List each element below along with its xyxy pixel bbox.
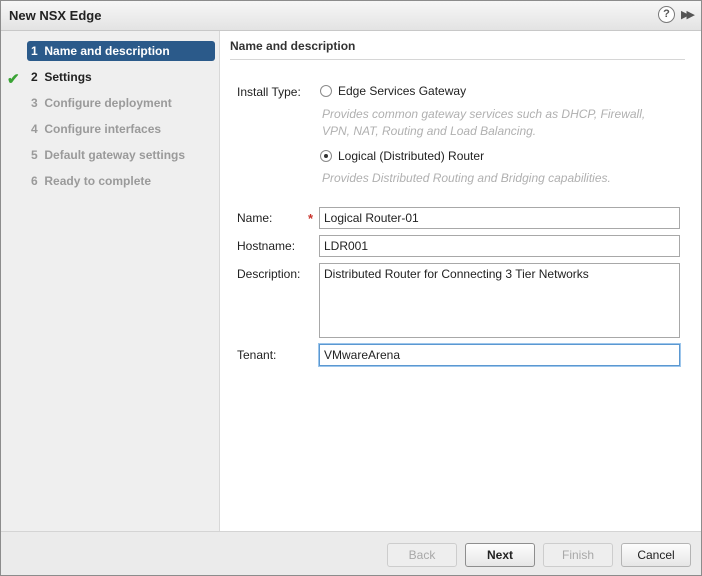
name-input[interactable] [319,207,680,229]
hint-edge-services-gateway-line1: Provides common gateway services such as… [322,107,646,121]
step-number: 4 [31,122,38,136]
wizard-footer: Back Next Finish Cancel [1,531,701,575]
cancel-button[interactable]: Cancel [621,543,691,567]
install-type-label: Install Type: [237,85,301,99]
step-number: 6 [31,174,38,188]
back-button[interactable]: Back [387,543,457,567]
dialog-title: New NSX Edge [9,8,102,23]
step-configure-interfaces: 4 Configure interfaces [27,119,215,139]
new-nsx-edge-dialog: New NSX Edge ? ▶▶ ✔ 1 Name and descripti… [0,0,702,576]
step-settings[interactable]: 2 Settings [27,67,215,87]
radio-logical-distributed-router[interactable] [320,150,332,162]
step-number: 1 [31,44,38,58]
expand-icon[interactable]: ▶▶ [681,7,695,23]
help-icon[interactable]: ? [658,6,675,23]
tenant-label: Tenant: [237,348,277,362]
section-divider [230,59,685,60]
step-number: 5 [31,148,38,162]
required-indicator: * [308,211,314,226]
hint-edge-services-gateway-line2: VPN, NAT, Routing and Load Balancing. [322,124,537,138]
radio-edge-services-gateway[interactable] [320,85,332,97]
tenant-input[interactable] [319,344,680,366]
step-name-and-description[interactable]: 1 Name and description [27,41,215,61]
hostname-label: Hostname: [237,239,296,253]
wizard-steps-sidebar: ✔ 1 Name and description 2 Settings 3 Co… [1,31,220,531]
title-bar: New NSX Edge ? ▶▶ [1,1,701,31]
check-icon: ✔ [7,71,20,88]
step-label: Name and description [44,44,170,58]
step-label: Settings [44,70,92,84]
step-number: 3 [31,96,38,110]
step-ready-to-complete: 6 Ready to complete [27,171,215,191]
step-label: Configure interfaces [44,122,162,136]
finish-button[interactable]: Finish [543,543,613,567]
description-label: Description: [237,267,301,281]
radio-label-logical-distributed-router[interactable]: Logical (Distributed) Router [338,149,484,163]
section-title: Name and description [230,39,356,53]
step-label: Ready to complete [44,174,152,188]
step-label: Configure deployment [44,96,172,110]
step-configure-deployment: 3 Configure deployment [27,93,215,113]
radio-label-edge-services-gateway[interactable]: Edge Services Gateway [338,84,466,98]
description-textarea[interactable]: Distributed Router for Connecting 3 Tier… [319,263,680,338]
next-button[interactable]: Next [465,543,535,567]
name-label: Name: [237,211,273,225]
step-default-gateway-settings: 5 Default gateway settings [27,145,215,165]
step-number: 2 [31,70,38,84]
hostname-input[interactable] [319,235,680,257]
content-pane: Name and description Install Type: Edge … [220,31,701,531]
hint-logical-distributed-router: Provides Distributed Routing and Bridgin… [322,171,611,185]
step-label: Default gateway settings [44,148,186,162]
